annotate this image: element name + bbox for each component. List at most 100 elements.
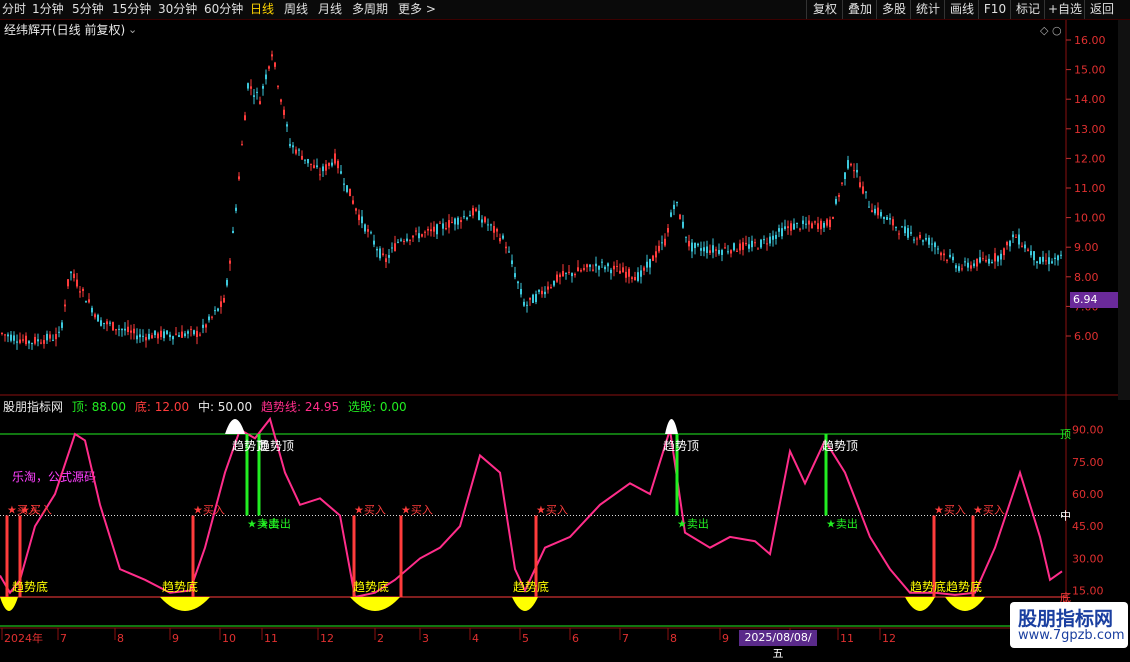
date-axis-label: 9 bbox=[172, 632, 179, 645]
candle-body bbox=[970, 265, 972, 269]
candle-body bbox=[646, 261, 648, 268]
trend-bottom-label: 趋势底 bbox=[910, 579, 946, 594]
candle-body bbox=[538, 289, 540, 292]
candle-body bbox=[712, 245, 714, 253]
candle-body bbox=[13, 335, 15, 341]
candle-body bbox=[871, 210, 873, 213]
indicator-name: 股朋指标网 bbox=[3, 400, 64, 414]
date-axis-label: 4 bbox=[472, 632, 479, 645]
candle-body bbox=[913, 239, 915, 241]
indicator-axis-label: 45.00 bbox=[1072, 520, 1104, 533]
candle-body bbox=[4, 334, 6, 336]
candle-body bbox=[820, 220, 822, 230]
candle-body bbox=[181, 331, 183, 338]
candle-body bbox=[781, 228, 783, 237]
candle-body bbox=[484, 217, 486, 223]
candle-body bbox=[25, 335, 27, 345]
candle-body bbox=[172, 336, 174, 340]
candle-body bbox=[580, 270, 582, 272]
candle-body bbox=[121, 329, 123, 331]
candle-body bbox=[556, 274, 558, 282]
candle-body bbox=[382, 253, 384, 256]
candle-body bbox=[319, 174, 321, 176]
candle-body bbox=[757, 248, 759, 250]
candle-body bbox=[571, 273, 573, 277]
price-axis-label: 15.00 bbox=[1074, 64, 1106, 77]
candle-body bbox=[148, 333, 150, 340]
candle-body bbox=[505, 246, 507, 249]
candle-body bbox=[589, 264, 591, 267]
candle-body bbox=[184, 333, 186, 337]
candle-body bbox=[223, 298, 225, 303]
candle-body bbox=[250, 86, 252, 89]
trend-bottom-label: 趋势底 bbox=[12, 579, 48, 594]
candle-body bbox=[163, 331, 165, 339]
kline-chart[interactable]: ◇ ○⌄⌄16.0015.0014.0013.0012.0011.0010.009… bbox=[0, 0, 1130, 650]
candle-body bbox=[226, 279, 228, 286]
candle-body bbox=[94, 314, 96, 318]
indicator-title: 股朋指标网 顶: 88.00 底: 12.00 中: 50.00 趋势线: 24… bbox=[3, 398, 412, 415]
candle-body bbox=[7, 334, 9, 337]
candle-body bbox=[508, 251, 510, 253]
candle-body bbox=[547, 286, 549, 290]
candle-body bbox=[796, 222, 798, 224]
indicator-mid-value: 中: 50.00 bbox=[197, 400, 253, 414]
candle-body bbox=[811, 223, 813, 229]
candle-body bbox=[325, 164, 327, 171]
candle-body bbox=[322, 166, 324, 172]
candle-body bbox=[982, 258, 984, 260]
candle-body bbox=[649, 258, 651, 268]
bottom-fill-area bbox=[905, 597, 935, 611]
date-axis-label: 7 bbox=[60, 632, 67, 645]
candle-body bbox=[514, 273, 516, 278]
candle-body bbox=[679, 214, 681, 220]
candle-body bbox=[964, 261, 966, 263]
candle-body bbox=[520, 288, 522, 295]
date-axis-label: 2 bbox=[377, 632, 384, 645]
candle-body bbox=[559, 274, 561, 278]
date-axis-label: 8 bbox=[117, 632, 124, 645]
candle-body bbox=[106, 321, 108, 325]
candle-body bbox=[442, 223, 444, 229]
candle-body bbox=[502, 235, 504, 239]
candle-body bbox=[658, 245, 660, 252]
candle-body bbox=[1036, 261, 1038, 263]
candle-body bbox=[490, 224, 492, 226]
price-axis-label: 9.00 bbox=[1074, 241, 1099, 254]
candle-body bbox=[685, 236, 687, 238]
candle-body bbox=[10, 334, 12, 341]
candle-body bbox=[241, 144, 243, 146]
candle-body bbox=[967, 262, 969, 268]
candle-body bbox=[43, 340, 45, 344]
candle-body bbox=[748, 244, 750, 249]
candle-body bbox=[115, 329, 117, 331]
candle-body bbox=[178, 335, 180, 337]
candle-body bbox=[277, 86, 279, 88]
candle-body bbox=[289, 143, 291, 147]
candle-body bbox=[301, 155, 303, 160]
candle-body bbox=[1006, 242, 1008, 246]
candle-body bbox=[775, 234, 777, 239]
trend-line bbox=[0, 416, 1063, 599]
candle-body bbox=[478, 210, 480, 220]
candle-body bbox=[421, 234, 423, 237]
candle-body bbox=[553, 280, 555, 286]
candle-body bbox=[34, 336, 36, 344]
candle-body bbox=[247, 83, 249, 89]
candle-body bbox=[136, 335, 138, 340]
candle-body bbox=[766, 243, 768, 245]
candle-body bbox=[274, 62, 276, 67]
candle-body bbox=[208, 316, 210, 321]
candle-body bbox=[76, 279, 78, 287]
trend-top-label: 趋势顶 bbox=[258, 439, 294, 453]
settings-dot-icon: ○ bbox=[1052, 24, 1062, 37]
candle-body bbox=[862, 186, 864, 194]
date-axis-label: 8 bbox=[670, 632, 677, 645]
candle-body bbox=[739, 243, 741, 251]
bottom-fill-area bbox=[512, 597, 538, 611]
candle-body bbox=[619, 270, 621, 274]
candle-body bbox=[841, 182, 843, 184]
candle-body bbox=[958, 266, 960, 271]
candle-body bbox=[154, 330, 156, 336]
sell-label: ★卖出 bbox=[826, 517, 858, 531]
